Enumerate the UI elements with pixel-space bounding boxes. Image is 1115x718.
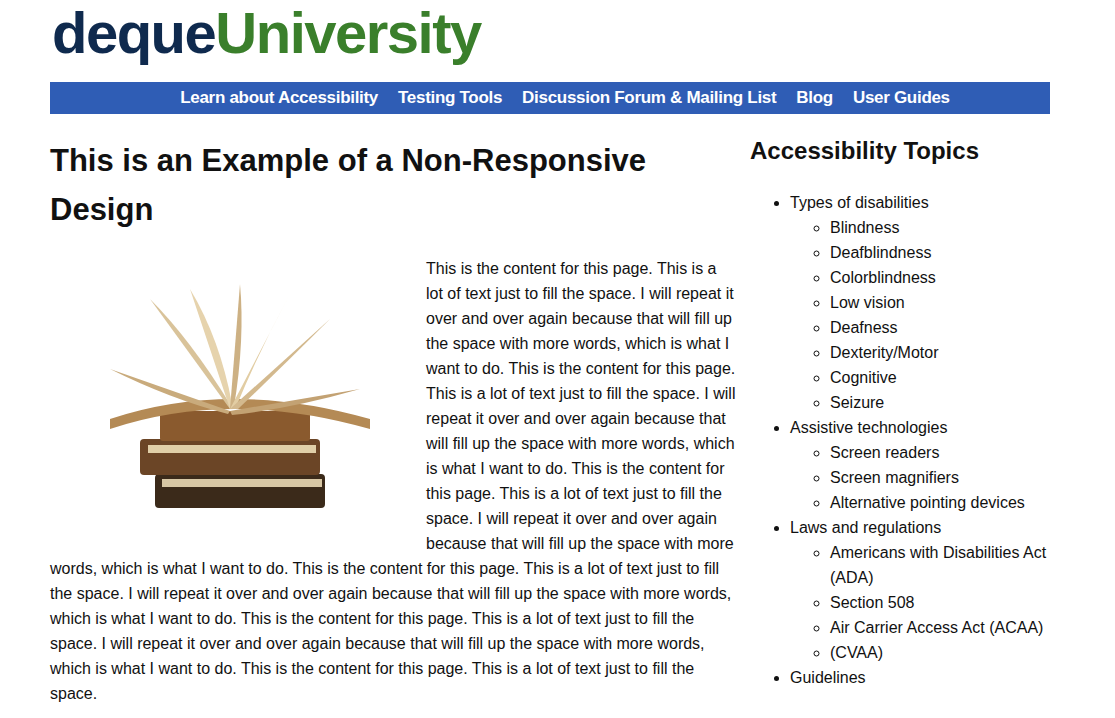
logo-university: University [215, 0, 480, 65]
nav-link[interactable]: Learn about Accessibility [180, 88, 378, 108]
subtopic-item: Americans with Disabilities Act (ADA) [830, 540, 1050, 590]
subtopic-link[interactable]: Deafness [830, 319, 898, 336]
subtopic-item: Dexterity/Motor [830, 340, 1050, 365]
subtopic-link[interactable]: Air Carrier Access Act (ACAA) [830, 619, 1043, 636]
main-content: This is an Example of a Non-Responsive D… [50, 114, 737, 706]
subtopic-item: Screen readers [830, 440, 1050, 465]
topic-link[interactable]: Types of disabilities [790, 194, 929, 211]
topic-link[interactable]: Guidelines [790, 669, 866, 686]
subtopic-item: Screen magnifiers [830, 465, 1050, 490]
subtopic-item: Seizure [830, 390, 1050, 415]
subtopic-link[interactable]: Deafblindness [830, 244, 931, 261]
logo-deque: deque [52, 0, 215, 65]
nav-link[interactable]: Testing Tools [398, 88, 502, 108]
topic-item: Laws and regulations Americans with Disa… [790, 515, 1050, 665]
subtopic-list: Americans with Disabilities Act (ADA) Sec… [790, 540, 1050, 665]
subtopic-link[interactable]: Low vision [830, 294, 905, 311]
subtopic-list: Screen readers Screen magnifiers Alternati… [790, 440, 1050, 515]
page: dequeUniversity Learn about Accessibilit… [50, 0, 1050, 706]
subtopic-item: Air Carrier Access Act (ACAA) [830, 615, 1050, 640]
topic-item: Guidelines [790, 665, 1050, 690]
subtopic-link[interactable]: Dexterity/Motor [830, 344, 938, 361]
sidebar-heading: Accessibility Topics [750, 136, 1050, 166]
subtopic-link[interactable]: Alternative pointing devices [830, 494, 1025, 511]
sidebar: Accessibility Topics Types of disabiliti… [750, 114, 1050, 706]
topic-link[interactable]: Laws and regulations [790, 519, 941, 536]
subtopic-link[interactable]: Seizure [830, 394, 884, 411]
subtopic-link[interactable]: Cognitive [830, 369, 897, 386]
subtopic-item: Blindness [830, 215, 1050, 240]
subtopic-link[interactable]: (CVAA) [830, 644, 883, 661]
nav-link[interactable]: Discussion Forum & Mailing List [522, 88, 776, 108]
nav-link[interactable]: Blog [796, 88, 833, 108]
article: This is the content for this page. This … [50, 256, 737, 706]
nav-link[interactable]: User Guides [853, 88, 950, 108]
subtopic-item: Deafblindness [830, 240, 1050, 265]
subtopic-list: Blindness Deafblindness Colorblindness Low … [790, 215, 1050, 415]
nav-bar: Learn about Accessibility Testing Tools Di… [50, 82, 1050, 114]
subtopic-item: Colorblindness [830, 265, 1050, 290]
subtopic-link[interactable]: Screen readers [830, 444, 939, 461]
subtopic-item: Deafness [830, 315, 1050, 340]
subtopic-link[interactable]: Section 508 [830, 594, 915, 611]
subtopic-link[interactable]: Americans with Disabilities Act (ADA) [830, 544, 1046, 586]
content-area: This is an Example of a Non-Responsive D… [50, 114, 1050, 706]
subtopic-link[interactable]: Screen magnifiers [830, 469, 959, 486]
book-photo [50, 256, 410, 552]
topic-list: Types of disabilities Blindness Deafblind… [750, 190, 1050, 690]
subtopic-item: Low vision [830, 290, 1050, 315]
books-icon [70, 279, 390, 529]
header: dequeUniversity [50, 0, 1050, 82]
logo[interactable]: dequeUniversity [50, 0, 481, 68]
subtopic-link[interactable]: Blindness [830, 219, 899, 236]
subtopic-link[interactable]: Colorblindness [830, 269, 936, 286]
topic-item: Types of disabilities Blindness Deafblind… [790, 190, 1050, 415]
subtopic-item: Alternative pointing devices [830, 490, 1050, 515]
subtopic-item: (CVAA) [830, 640, 1050, 665]
topic-link[interactable]: Assistive technologies [790, 419, 947, 436]
page-heading: This is an Example of a Non-Responsive D… [50, 136, 737, 234]
subtopic-item: Section 508 [830, 590, 1050, 615]
topic-item: Assistive technologies Screen readersScr… [790, 415, 1050, 515]
subtopic-item: Cognitive [830, 365, 1050, 390]
